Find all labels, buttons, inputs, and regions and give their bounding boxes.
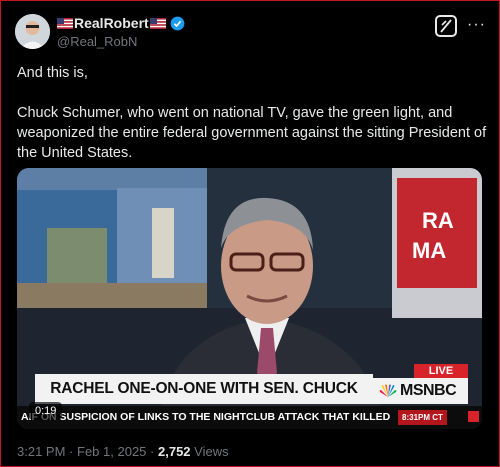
grok-button[interactable] [435,15,457,37]
author-name-row[interactable]: RealRobert [57,14,185,32]
ticker-end-marker [468,411,479,422]
post-line-2: Chuck Schumer, who went on national TV, … [17,105,487,161]
post-meta: 3:21 PM · Feb 1, 2025 · 2,752 Views [17,444,229,459]
views-count: 2,752 [158,444,191,459]
us-flag-icon [57,17,73,29]
svg-text:MA: MA [412,238,446,263]
post-date[interactable]: Feb 1, 2025 [77,444,146,459]
video-player[interactable]: RA MA RACHEL ONE-ON-ONE WITH SEN. CHUCK … [17,168,482,429]
post-text: And this is, Chuck Schumer, who went on … [17,63,487,163]
grok-icon [440,19,452,33]
avatar-image [15,14,50,49]
ticker-text: AIF ON SUSPICION OF LINKS TO THE NIGHTCL… [21,411,391,423]
tweet-card: RealRobert @Real_RobN ··· And this is, C… [0,0,500,467]
network-logo: MSNBC [373,378,468,404]
meta-separator: · [150,444,155,459]
author-handle[interactable]: @Real_RobN [57,34,137,49]
lower-third-caption: RACHEL ONE-ON-ONE WITH SEN. CHUCK SCHUME… [35,374,373,427]
meta-separator: · [69,444,74,459]
views-label: Views [194,444,229,459]
svg-text:RA: RA [422,208,454,233]
more-options-button[interactable]: ··· [467,17,486,33]
avatar[interactable] [15,14,50,49]
network-name: MSNBC [400,382,457,399]
live-badge: LIVE [414,364,468,378]
us-flag-icon [149,17,166,29]
verified-badge-icon [170,16,185,30]
post-line-1: And this is, [17,65,88,81]
post-time[interactable]: 3:21 PM [17,444,65,459]
video-duration: 0:19 [29,402,63,420]
news-ticker: AIF ON SUSPICION OF LINKS TO THE NIGHTCL… [17,406,482,429]
peacock-icon [379,384,397,397]
ticker-time: 8:31PM CT [398,410,447,425]
author-display-name: RealRobert [74,15,149,31]
